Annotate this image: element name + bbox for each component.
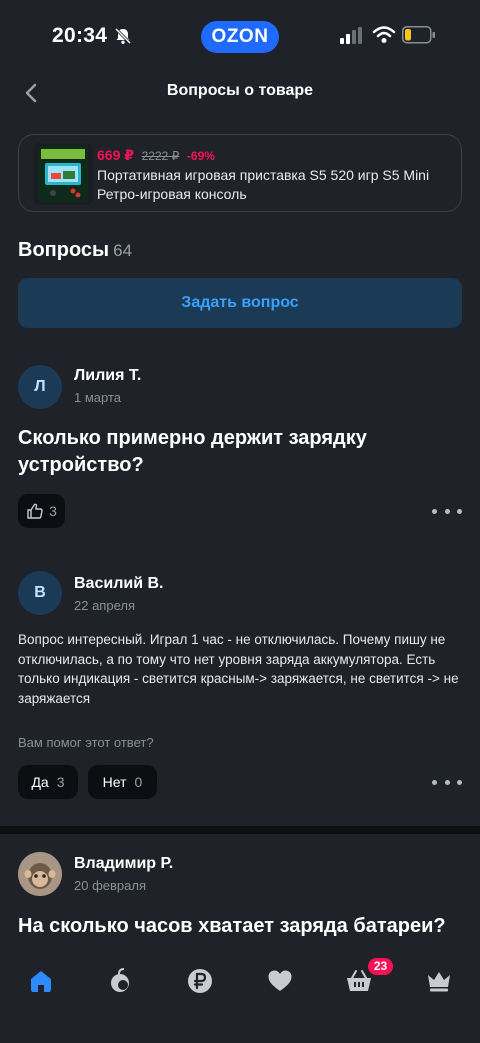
top-bar: Вопросы о товаре (0, 70, 480, 114)
crown-icon (428, 972, 450, 992)
avatar-photo (18, 852, 62, 896)
helpful-yes-button[interactable]: Да 3 (18, 765, 78, 799)
more-options-icon[interactable] (432, 501, 462, 521)
answer-author: Василий В. (74, 575, 164, 592)
product-info: 669 ₽ 2222 ₽ -69% Портативная игровая пр… (97, 147, 451, 204)
question-author: Лилия Т. (74, 367, 142, 384)
yes-count: 3 (56, 774, 65, 790)
nav-profile[interactable] (419, 966, 459, 996)
more-options-icon[interactable] (432, 772, 462, 792)
nav-home[interactable] (21, 966, 61, 996)
current-price: 669 ₽ (97, 147, 134, 163)
ozon-logo: OZON (201, 21, 279, 53)
question-text[interactable]: На сколько часов хватает заряда батареи? (18, 913, 458, 940)
page-title: Вопросы о товаре (166, 82, 314, 99)
cart-icon (347, 970, 371, 991)
questions-count: 64 (113, 241, 133, 260)
avatar: В (18, 571, 62, 615)
section-divider (0, 826, 480, 834)
answer-text: Вопрос интересный. Играл 1 час - не откл… (18, 632, 459, 706)
like-button[interactable]: 3 (18, 494, 65, 528)
ask-question-button[interactable]: Задать вопрос (18, 278, 462, 328)
bottom-navigation: 23 (0, 950, 480, 1043)
status-time: 20:34 (52, 24, 108, 47)
question-author: Владимир Р. (74, 855, 174, 872)
ruble-icon (188, 969, 212, 993)
product-name: Портативная игровая приставка S5 520 игр… (97, 167, 430, 202)
heart-icon (268, 970, 292, 991)
product-card[interactable]: 669 ₽ 2222 ₽ -69% Портативная игровая пр… (18, 134, 462, 212)
price-line: 669 ₽ 2222 ₽ -69% (97, 147, 451, 164)
old-price: 2222 ₽ (141, 149, 180, 163)
cart-badge: 23 (368, 958, 393, 975)
discount-label: -69% (186, 149, 215, 163)
questions-heading: Вопросы 64 (18, 239, 132, 262)
question-date: 1 марта (74, 390, 121, 405)
nav-finance[interactable] (180, 966, 220, 996)
thumbs-up-icon (27, 503, 43, 519)
answer-date: 22 апреля (74, 598, 135, 613)
helpful-question: Вам помог этот ответ? (18, 735, 154, 750)
product-image (33, 143, 93, 205)
fresh-icon (111, 968, 129, 992)
nav-favorites[interactable] (260, 966, 300, 996)
question-text[interactable]: Сколько примерно держит зарядку устройст… (18, 425, 458, 479)
nav-fresh[interactable] (100, 966, 140, 996)
signal-icon (340, 27, 364, 50)
bell-off-icon (113, 26, 133, 51)
no-label: Нет (102, 774, 127, 790)
home-icon (31, 971, 51, 992)
yes-label: Да (31, 774, 49, 790)
avatar: Л (18, 365, 62, 409)
questions-title: Вопросы (18, 239, 110, 261)
question-date: 20 февраля (74, 878, 146, 893)
battery-icon (402, 26, 436, 49)
helpful-no-button[interactable]: Нет 0 (88, 765, 157, 799)
status-bar: 20:34 OZON (0, 0, 480, 70)
like-count: 3 (49, 503, 57, 519)
no-count: 0 (134, 774, 143, 790)
wifi-icon (372, 25, 396, 50)
